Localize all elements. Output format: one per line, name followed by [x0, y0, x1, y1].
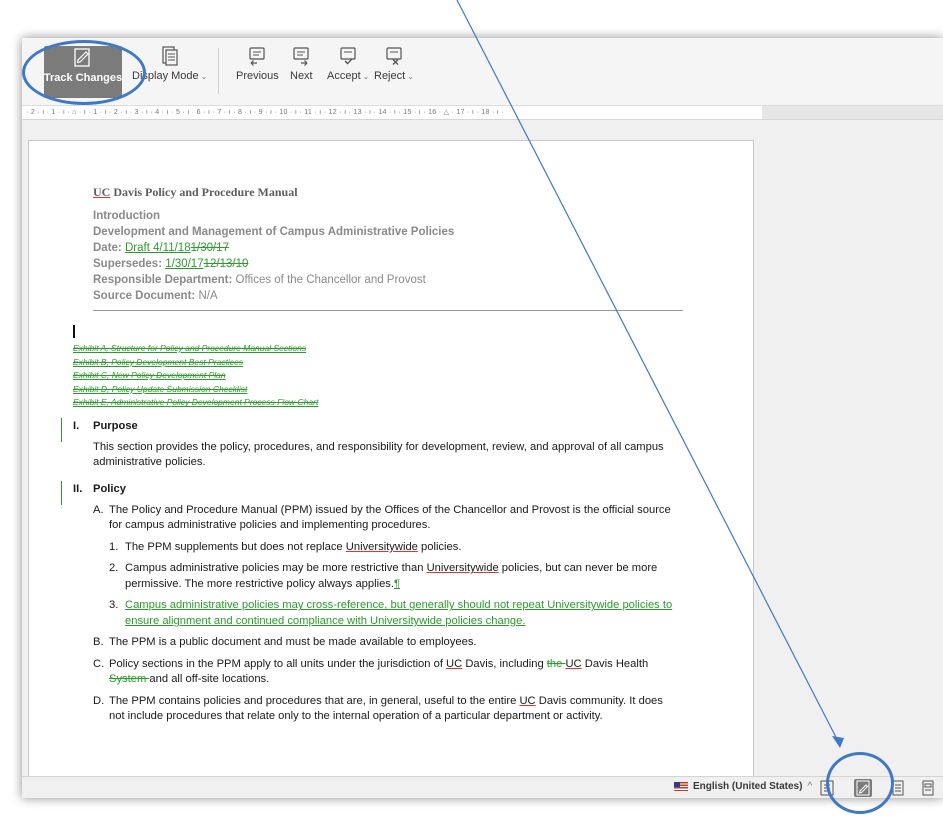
document-page[interactable]: UC Davis Policy and Procedure Manual Int…	[28, 140, 754, 798]
inserted-text: Campus administrative policies may cross…	[125, 599, 673, 627]
web-layout-button[interactable]	[919, 779, 937, 797]
next-change-icon	[291, 46, 311, 70]
deleted-text: 12/13/10	[203, 258, 249, 270]
page-title: Development and Management of Campus Adm…	[93, 226, 455, 238]
next-button[interactable]: Next	[290, 46, 313, 82]
display-mode-icon	[161, 46, 179, 70]
page-content: UC Davis Policy and Procedure Manual Int…	[61, 185, 683, 725]
chevron-down-icon: ⌄	[407, 72, 414, 81]
accept-label: Accept	[327, 70, 361, 82]
ruler-margin	[762, 106, 943, 120]
header-divider	[93, 310, 683, 311]
review-toolbar: Track Changes Display Mode ⌄ Previous Nex…	[22, 38, 943, 106]
us-flag-icon	[674, 782, 688, 791]
list-item: D. The PPM contains policies and procedu…	[93, 694, 663, 723]
list-item: 1. The PPM supplements but does not repl…	[109, 540, 462, 553]
accept-icon	[338, 46, 358, 70]
exhibit-link[interactable]: Exhibit C, New Policy Development Plan	[73, 369, 679, 383]
reject-button[interactable]: Reject ⌄	[374, 46, 414, 82]
status-bar: English (United States) ^	[22, 776, 943, 798]
manual-title: UC Davis Policy and Procedure Manual	[93, 185, 298, 199]
deleted-text: System	[109, 673, 150, 686]
text-cursor	[73, 325, 75, 338]
web-layout-icon	[922, 780, 934, 796]
language-selector[interactable]: English (United States) ^	[674, 781, 812, 792]
exhibit-link[interactable]: Exhibit E, Administrative Policy Develop…	[73, 396, 679, 410]
exhibit-list: Exhibit A, Structure for Policy and Proc…	[73, 342, 679, 410]
horizontal-ruler[interactable]: · 2 · ı · 1 · ı · ⌂ · ı · 1 · ı · 2 · ı …	[22, 106, 762, 120]
department-row: Responsible Department: Offices of the C…	[93, 274, 426, 286]
chevron-down-icon: ⌄	[200, 72, 208, 81]
previous-change-icon	[247, 46, 267, 70]
next-label: Next	[290, 70, 313, 82]
deleted-text: the	[546, 657, 566, 670]
chevron-down-icon: ⌄	[362, 72, 370, 81]
section-label: Introduction	[93, 210, 161, 222]
change-bar	[61, 480, 62, 505]
inserted-text: 1/30/17	[165, 258, 204, 270]
date-row: Date: Draft 4/11/181/30/17	[93, 242, 229, 254]
reject-label: Reject	[374, 70, 406, 82]
list-item: C. Policy sections in the PPM apply to a…	[93, 657, 649, 686]
supersedes-row: Supersedes: 1/30/1712/13/10	[93, 258, 249, 270]
language-label: English (United States)	[693, 781, 803, 792]
section-policy: II. Policy A. The Policy and Procedure Ma…	[61, 480, 679, 725]
paragraph: This section provides the policy, proced…	[93, 440, 664, 469]
source-row: Source Document: N/A	[93, 290, 218, 302]
section-purpose: I. Purpose This section provides the poli…	[61, 417, 679, 471]
list-item: 3. Campus administrative policies may cr…	[109, 598, 679, 629]
exhibit-link[interactable]: Exhibit B, Policy Development Best Pract…	[73, 356, 679, 370]
exhibit-link[interactable]: Exhibit A, Structure for Policy and Proc…	[73, 342, 679, 356]
list-item: 2. Campus administrative policies may be…	[109, 562, 658, 590]
annotation-ellipse	[826, 752, 894, 814]
paragraph-mark: ¶	[394, 577, 401, 590]
section-heading: Purpose	[93, 419, 138, 432]
deleted-text: 1/30/17	[190, 242, 229, 254]
toolbar-divider	[218, 48, 219, 94]
accept-button[interactable]: Accept ⌄	[327, 46, 369, 82]
previous-button[interactable]: Previous	[236, 46, 279, 82]
list-item: B. The PPM is a public document and must…	[93, 636, 477, 649]
list-item: A. The Policy and Procedure Manual (PPM)…	[93, 503, 671, 532]
change-bar	[61, 417, 62, 442]
writer-window: Track Changes Display Mode ⌄ Previous Nex…	[22, 38, 943, 798]
document-canvas[interactable]: UC Davis Policy and Procedure Manual Int…	[22, 120, 943, 798]
exhibit-link[interactable]: Exhibit D, Policy Update Submission Chec…	[73, 383, 679, 397]
annotation-ellipse	[22, 40, 146, 105]
section-heading: Policy	[93, 482, 126, 495]
chevron-up-icon: ^	[807, 781, 813, 792]
previous-label: Previous	[236, 70, 279, 82]
inserted-text: Draft 4/11/18	[124, 242, 191, 254]
reject-icon	[384, 46, 404, 70]
